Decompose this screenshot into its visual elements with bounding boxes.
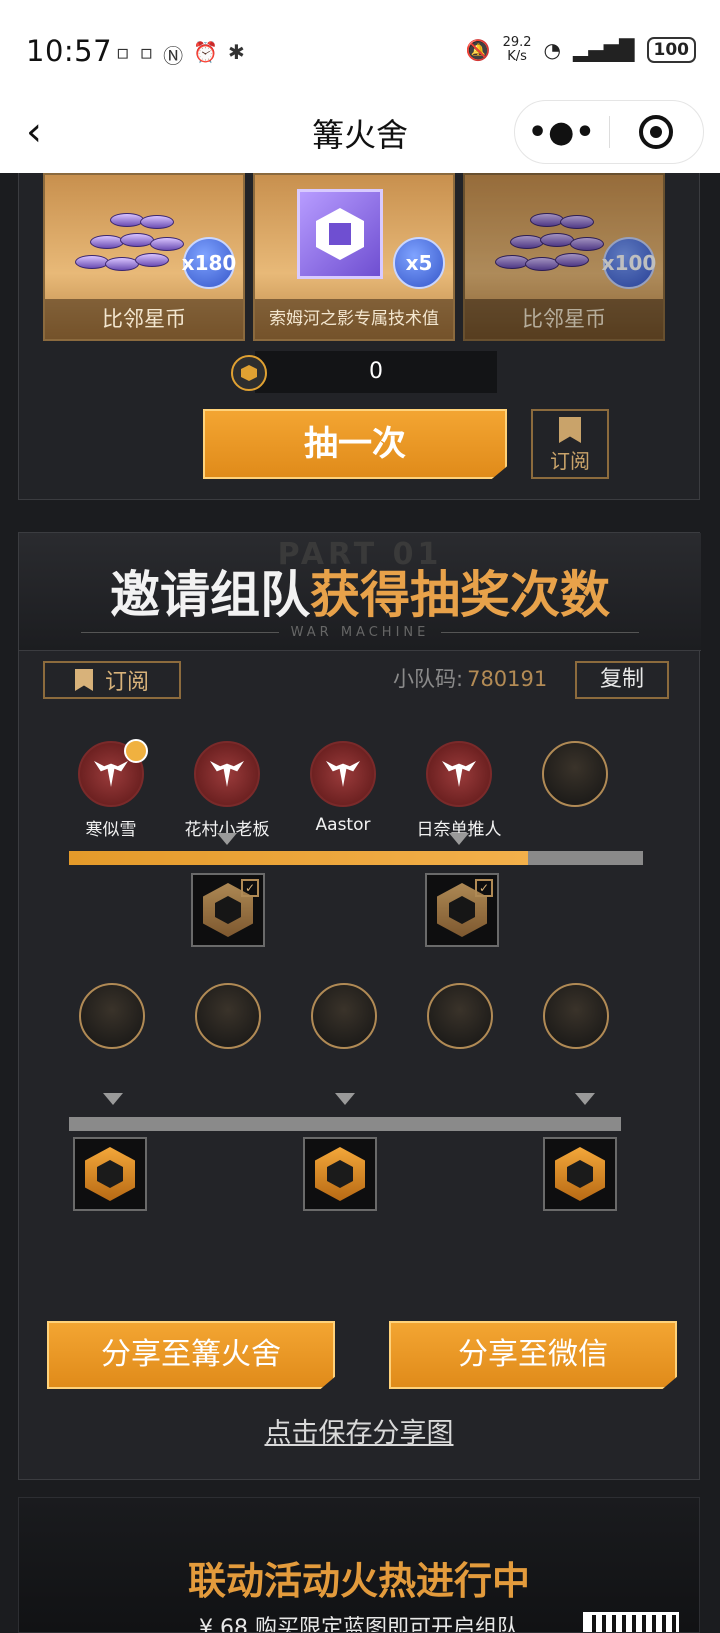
team-member[interactable]: Aastor: [283, 741, 403, 835]
avatar: [426, 741, 492, 807]
team-member[interactable]: 花村小老板: [167, 741, 287, 840]
status-icons-left: ▫ ▫ Ⓝ ⏰ ✱: [116, 40, 245, 69]
milestone-arrow-icon: [103, 1093, 123, 1105]
avatar: [194, 741, 260, 807]
reward-gem-icon: [315, 1147, 365, 1201]
empty-slot[interactable]: [195, 983, 261, 1049]
team-code-value: 780191: [467, 667, 548, 691]
team-subtitle: WAR MACHINE: [81, 625, 639, 640]
qty-badge: x180: [182, 237, 236, 289]
subtitle-text: WAR MACHINE: [290, 625, 430, 640]
bookmark-star-icon: [559, 417, 581, 443]
milestone-reward[interactable]: [543, 1137, 617, 1211]
team-code: 小队码: 780191: [393, 663, 547, 693]
team-title: 邀请组队获得抽奖次数: [19, 555, 701, 627]
subscribe-button-small[interactable]: 订阅: [531, 409, 609, 479]
alarm-icon: ⏰: [193, 40, 219, 64]
milestone-arrow-icon: [449, 833, 469, 845]
milestone-reward[interactable]: ✓: [191, 873, 265, 947]
banner-title: 联动活动火热进行中: [187, 1559, 530, 1603]
team-panel: PART 01 邀请组队获得抽奖次数 WAR MACHINE 订阅 小队码: 78…: [18, 532, 701, 1480]
reward-name: 索姆河之影专属技术值: [255, 299, 453, 339]
bluetooth-icon: ✱: [228, 40, 245, 64]
team-member-empty[interactable]: [515, 741, 635, 815]
reward-card-coins-100: x100 比邻星币: [463, 173, 665, 341]
avatar: [78, 739, 148, 807]
empty-slot[interactable]: [311, 983, 377, 1049]
target-icon: [639, 115, 674, 149]
status-time: 10:57: [26, 34, 113, 68]
team-member[interactable]: 寒似雪: [51, 739, 171, 840]
team-title-part2: 获得抽奖次数: [310, 566, 610, 624]
check-icon: ✓: [241, 879, 259, 897]
check-icon: ✓: [475, 879, 493, 897]
draw-panel: x180 比邻星币 x5 索姆河之影专属技术值 x100 比邻星币 0 抽一次 …: [18, 173, 700, 500]
tech-chip-icon: [297, 189, 383, 279]
draw-token-icon: [231, 355, 267, 391]
qty-badge: x5: [393, 237, 445, 289]
event-banner[interactable]: 联动活动火热进行中 ¥ 68 购买限定蓝图即可开启组队: [18, 1497, 700, 1633]
notification-icon-2: ▫: [139, 40, 154, 64]
bookmark-star-icon: [74, 669, 93, 691]
member-name: Aastor: [315, 815, 371, 835]
team-member[interactable]: 日奈单推人: [399, 741, 519, 840]
member-name: 寒似雪: [85, 820, 137, 840]
close-mini-program-button[interactable]: [610, 115, 704, 149]
status-icons-right: 🔕 29.2 K/s ◔ ▂▄▆█ 100: [466, 36, 696, 64]
signal-icon: ▂▄▆█: [572, 38, 635, 62]
team-progress-fill: [69, 851, 529, 865]
battery-icon: 100: [646, 37, 696, 63]
team-progress-bar-2: [69, 1117, 621, 1131]
empty-avatar-slot: [542, 741, 608, 807]
milestone-reward[interactable]: ✓: [425, 873, 499, 947]
team-progress-bar: [69, 851, 643, 865]
share-to-forum-button[interactable]: 分享至篝火舍: [47, 1321, 335, 1389]
empty-slot[interactable]: [427, 983, 493, 1049]
reward-card-tech-points: x5 索姆河之影专属技术值: [253, 173, 455, 341]
nfc-icon: Ⓝ: [163, 44, 184, 68]
share-to-wechat-button[interactable]: 分享至微信: [389, 1321, 677, 1389]
reward-name: 比邻星币: [465, 299, 663, 339]
banner-subtitle: ¥ 68 购买限定蓝图即可开启组队: [199, 1616, 519, 1633]
status-bar: 10:57 ▫ ▫ Ⓝ ⏰ ✱ 🔕 29.2 K/s ◔ ▂▄▆█ 100: [0, 0, 720, 100]
team-code-label: 小队码:: [393, 667, 464, 691]
more-dots-icon[interactable]: •●•: [515, 115, 609, 150]
reward-card-coins-180: x180 比邻星币: [43, 173, 245, 341]
milestone-arrow-icon: [575, 1093, 595, 1105]
qr-code-icon: [583, 1612, 679, 1632]
copy-button[interactable]: 复制: [575, 661, 669, 699]
reward-name: 比邻星币: [45, 299, 243, 339]
empty-slot[interactable]: [79, 983, 145, 1049]
reward-gem-icon: [85, 1147, 135, 1201]
net-speed: 29.2 K/s: [502, 35, 532, 64]
team-title-part1: 邀请组队: [110, 566, 310, 624]
wifi-icon: ◔: [543, 38, 561, 62]
milestone-reward[interactable]: [303, 1137, 377, 1211]
draw-once-button[interactable]: 抽一次: [203, 409, 507, 479]
avatar: [310, 741, 376, 807]
draw-count: 0: [255, 351, 497, 393]
mini-program-capsule: •●•: [514, 100, 704, 164]
reward-gem-icon: [555, 1147, 605, 1201]
nav-bar: ‹ 篝火舍 •●•: [0, 100, 720, 173]
save-share-image-link[interactable]: 点击保存分享图: [19, 1411, 699, 1450]
notification-icon: ▫: [116, 40, 130, 64]
milestone-arrow-icon: [335, 1093, 355, 1105]
milestone-reward[interactable]: [73, 1137, 147, 1211]
mute-icon: 🔕: [465, 38, 491, 62]
subscribe-label: 订阅: [104, 670, 149, 695]
empty-slot[interactable]: [543, 983, 609, 1049]
subscribe-button[interactable]: 订阅: [43, 661, 181, 699]
leader-flag-icon: [124, 739, 148, 763]
subscribe-label: 订阅: [550, 449, 590, 473]
team-header: PART 01 邀请组队获得抽奖次数 WAR MACHINE: [19, 533, 701, 651]
milestone-arrow-icon: [217, 833, 237, 845]
qty-badge: x100: [602, 237, 656, 289]
